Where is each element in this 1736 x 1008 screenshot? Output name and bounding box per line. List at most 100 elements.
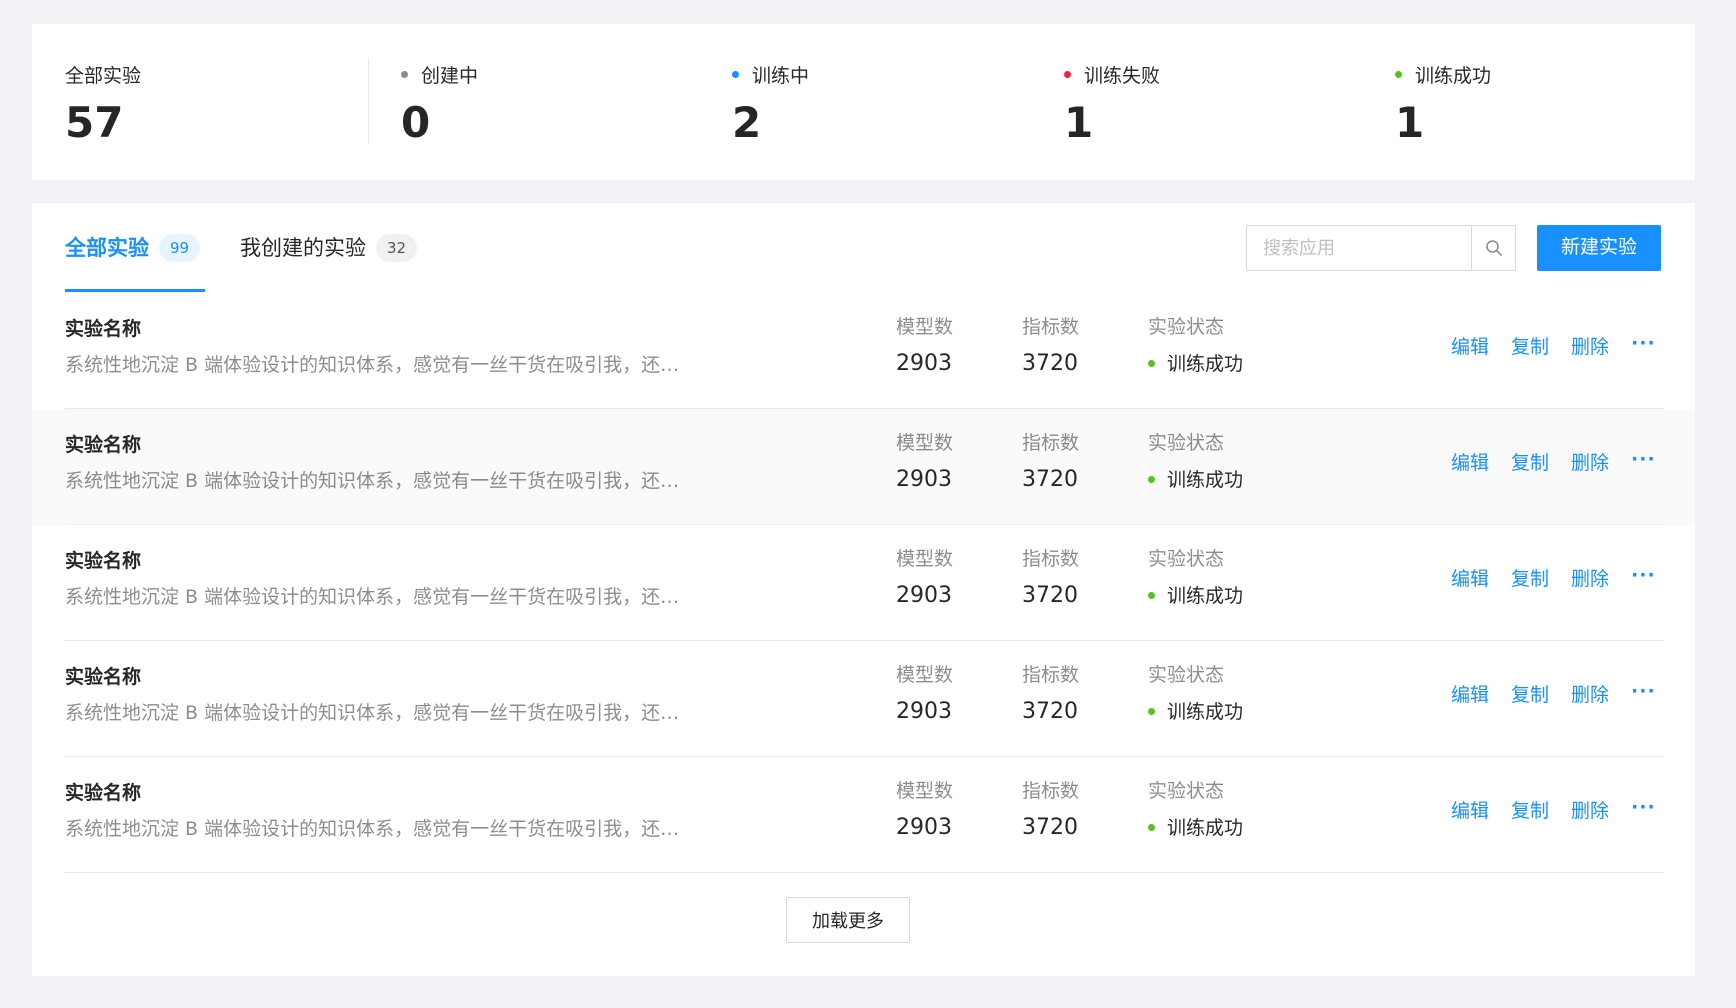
list-item[interactable]: 实验名称 系统性地沉淀 B 端体验设计的知识体系，感觉有一丝干货在吸引我，还… … <box>32 641 1695 757</box>
metrics-label: 指标数 <box>1022 664 1080 686</box>
metrics-label: 指标数 <box>1022 780 1080 802</box>
stat-label: 训练成功 <box>1415 65 1492 87</box>
models-count: 2903 <box>896 351 952 376</box>
copy-link[interactable]: 复制 <box>1511 681 1549 709</box>
experiment-description: 系统性地沉淀 B 端体验设计的知识体系，感觉有一丝干货在吸引我，还… <box>65 354 680 376</box>
models-count: 2903 <box>896 467 952 492</box>
delete-link[interactable]: 删除 <box>1571 681 1609 709</box>
models-column: 模型数 2903 <box>896 777 953 843</box>
models-column: 模型数 2903 <box>896 661 953 727</box>
status-label: 实验状态 <box>1148 548 1225 570</box>
status-dot-icon <box>401 71 408 78</box>
metrics-label: 指标数 <box>1022 548 1080 570</box>
experiment-description: 系统性地沉淀 B 端体验设计的知识体系，感觉有一丝干货在吸引我，还… <box>65 586 680 608</box>
stat-label: 全部实验 <box>65 65 142 87</box>
copy-link[interactable]: 复制 <box>1511 333 1549 361</box>
tab-count-badge: 32 <box>376 234 418 262</box>
edit-link[interactable]: 编辑 <box>1451 449 1489 477</box>
edit-link[interactable]: 编辑 <box>1451 565 1489 593</box>
status-text: 训练成功 <box>1167 353 1244 375</box>
delete-link[interactable]: 删除 <box>1571 333 1609 361</box>
stat-divider <box>368 58 369 144</box>
metrics-count: 3720 <box>1022 467 1078 492</box>
more-icon[interactable]: ··· <box>1631 565 1656 585</box>
models-label: 模型数 <box>896 316 954 338</box>
status-dot-icon <box>1395 71 1402 78</box>
row-divider <box>65 872 1664 873</box>
stat-value: 1 <box>1064 98 1094 147</box>
models-label: 模型数 <box>896 780 954 802</box>
delete-link[interactable]: 删除 <box>1571 449 1609 477</box>
experiment-list: 实验名称 系统性地沉淀 B 端体验设计的知识体系，感觉有一丝干货在吸引我，还… … <box>32 293 1695 873</box>
experiment-description: 系统性地沉淀 B 端体验设计的知识体系，感觉有一丝干货在吸引我，还… <box>65 818 680 840</box>
metrics-count: 3720 <box>1022 583 1078 608</box>
models-count: 2903 <box>896 699 952 724</box>
tab-all-experiments[interactable]: 全部实验 99 <box>65 203 201 293</box>
metrics-count: 3720 <box>1022 351 1078 376</box>
models-count: 2903 <box>896 815 952 840</box>
status-dot-icon <box>1148 592 1155 599</box>
status-label: 实验状态 <box>1148 432 1225 454</box>
stat-label: 训练失败 <box>1084 65 1161 87</box>
models-label: 模型数 <box>896 548 954 570</box>
experiment-name: 实验名称 <box>65 550 142 572</box>
search-input[interactable] <box>1247 226 1471 270</box>
status-column: 实验状态 训练成功 <box>1148 777 1243 843</box>
metrics-column: 指标数 3720 <box>1022 777 1079 843</box>
edit-link[interactable]: 编辑 <box>1451 681 1489 709</box>
search-icon <box>1485 240 1502 256</box>
experiment-name: 实验名称 <box>65 434 142 456</box>
more-icon[interactable]: ··· <box>1631 797 1656 817</box>
list-item[interactable]: 实验名称 系统性地沉淀 B 端体验设计的知识体系，感觉有一丝干货在吸引我，还… … <box>32 293 1695 409</box>
delete-link[interactable]: 删除 <box>1571 565 1609 593</box>
delete-link[interactable]: 删除 <box>1571 797 1609 825</box>
list-item[interactable]: 实验名称 系统性地沉淀 B 端体验设计的知识体系，感觉有一丝干货在吸引我，还… … <box>32 757 1695 873</box>
row-actions: 编辑 复制 删除 ··· <box>1451 333 1656 361</box>
row-actions: 编辑 复制 删除 ··· <box>1451 449 1656 477</box>
copy-link[interactable]: 复制 <box>1511 565 1549 593</box>
list-item[interactable]: 实验名称 系统性地沉淀 B 端体验设计的知识体系，感觉有一丝干货在吸引我，还… … <box>32 525 1695 641</box>
experiment-description: 系统性地沉淀 B 端体验设计的知识体系，感觉有一丝干货在吸引我，还… <box>65 702 680 724</box>
experiment-description: 系统性地沉淀 B 端体验设计的知识体系，感觉有一丝干货在吸引我，还… <box>65 470 680 492</box>
status-column: 实验状态 训练成功 <box>1148 429 1243 495</box>
stat-label: 创建中 <box>421 65 479 87</box>
more-icon[interactable]: ··· <box>1631 333 1656 353</box>
status-label: 实验状态 <box>1148 664 1225 686</box>
experiment-name: 实验名称 <box>65 666 142 688</box>
edit-link[interactable]: 编辑 <box>1451 333 1489 361</box>
row-actions: 编辑 复制 删除 ··· <box>1451 797 1656 825</box>
stat-value: 57 <box>65 98 124 147</box>
status-dot-icon <box>1148 360 1155 367</box>
experiment-name: 实验名称 <box>65 782 142 804</box>
stat-label: 训练中 <box>752 65 810 87</box>
status-dot-icon <box>1148 476 1155 483</box>
search-box <box>1246 225 1516 271</box>
more-icon[interactable]: ··· <box>1631 681 1656 701</box>
load-more-button[interactable]: 加载更多 <box>786 897 910 943</box>
new-experiment-button[interactable]: 新建实验 <box>1537 225 1661 271</box>
list-item[interactable]: 实验名称 系统性地沉淀 B 端体验设计的知识体系，感觉有一丝干货在吸引我，还… … <box>32 409 1695 525</box>
experiment-name: 实验名称 <box>65 318 142 340</box>
stat-value: 1 <box>1395 98 1425 147</box>
copy-link[interactable]: 复制 <box>1511 449 1549 477</box>
metrics-label: 指标数 <box>1022 432 1080 454</box>
models-label: 模型数 <box>896 432 954 454</box>
status-dot-icon <box>732 71 739 78</box>
status-dot-icon <box>1064 71 1071 78</box>
models-label: 模型数 <box>896 664 954 686</box>
stat-value: 0 <box>401 98 431 147</box>
tab-my-experiments[interactable]: 我创建的实验 32 <box>240 203 418 293</box>
copy-link[interactable]: 复制 <box>1511 797 1549 825</box>
models-count: 2903 <box>896 583 952 608</box>
more-icon[interactable]: ··· <box>1631 449 1656 469</box>
models-column: 模型数 2903 <box>896 545 953 611</box>
status-dot-icon <box>1148 708 1155 715</box>
search-button[interactable] <box>1471 226 1515 270</box>
edit-link[interactable]: 编辑 <box>1451 797 1489 825</box>
row-actions: 编辑 复制 删除 ··· <box>1451 681 1656 709</box>
status-column: 实验状态 训练成功 <box>1148 545 1243 611</box>
metrics-column: 指标数 3720 <box>1022 313 1079 379</box>
stats-card: 全部实验 57 创建中 0 训练中 2 训练失败 1 训练成功 1 <box>32 24 1695 180</box>
tab-active-indicator <box>65 289 205 292</box>
metrics-label: 指标数 <box>1022 316 1080 338</box>
